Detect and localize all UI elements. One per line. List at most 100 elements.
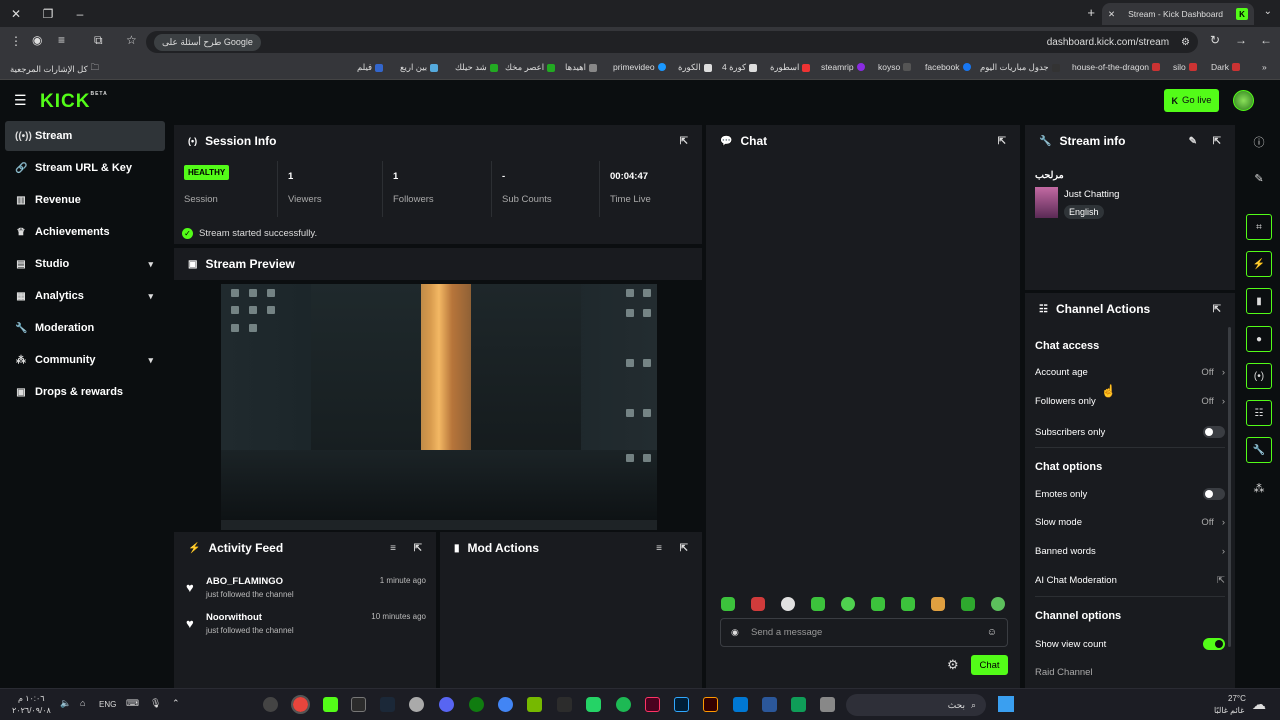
kick-logo[interactable]: KICKBETA: [40, 91, 108, 113]
close-window-icon[interactable]: ✕: [0, 0, 32, 27]
profile-icon[interactable]: ◉: [32, 33, 42, 47]
tab-close-icon[interactable]: ✕: [1108, 9, 1115, 20]
app-chrome-icon[interactable]: [291, 695, 310, 714]
app-word-icon[interactable]: [762, 697, 777, 712]
slow-mode-row[interactable]: Slow mode Off ›: [1035, 517, 1225, 528]
windows-start-icon[interactable]: [998, 696, 1014, 712]
app-outlook-icon[interactable]: [733, 697, 748, 712]
rail-broadcast-button[interactable]: (•): [1246, 363, 1272, 389]
app-indesign-icon[interactable]: [645, 697, 660, 712]
bookmark-star-icon[interactable]: ☆: [126, 33, 137, 47]
bookmark-item[interactable]: steamrip: [821, 62, 865, 72]
bookmark-item[interactable]: اسطورة: [770, 62, 811, 73]
sidebar-item-community[interactable]: ⁂ Community ▾: [5, 345, 165, 375]
taskbar-search-box[interactable]: بحث ⌕: [846, 694, 986, 716]
app-discord-icon[interactable]: [439, 697, 454, 712]
chat-send-button[interactable]: Chat: [971, 655, 1008, 675]
stream-preview-video[interactable]: [221, 284, 657, 530]
community-icon[interactable]: ⁂: [1248, 477, 1270, 499]
omnibox[interactable]: طرح أسئلة على Google dashboard.kick.com/…: [146, 31, 1198, 53]
emote-icon[interactable]: [811, 597, 825, 611]
emote-icon[interactable]: [751, 597, 765, 611]
popout-icon[interactable]: ⇱: [680, 543, 688, 554]
bookmark-item[interactable]: جدول مباريات اليوم: [980, 62, 1060, 73]
subscribers-only-toggle[interactable]: [1203, 426, 1225, 438]
taskbar-language[interactable]: ENG: [99, 700, 116, 709]
app-whatsapp-icon[interactable]: [586, 697, 601, 712]
app-obs-icon[interactable]: [263, 697, 278, 712]
filter-icon[interactable]: ≡: [390, 543, 396, 554]
go-live-button[interactable]: K Go live: [1164, 89, 1219, 112]
bookmark-item[interactable]: house-of-the-dragon: [1072, 62, 1161, 72]
bookmark-item[interactable]: Dark: [1211, 62, 1240, 72]
rail-document-button[interactable]: ▮: [1246, 288, 1272, 314]
bookmark-item[interactable]: primevideo: [613, 62, 666, 72]
raid-channel-row[interactable]: Raid Channel: [1035, 667, 1225, 678]
bookmark-item[interactable]: بين اريع: [400, 62, 439, 73]
rail-wrench-button[interactable]: 🔧: [1246, 437, 1272, 463]
extensions-icon[interactable]: ⧉: [94, 33, 103, 48]
emote-icon[interactable]: [991, 597, 1005, 611]
sidebar-item-stream[interactable]: ((•)) Stream: [5, 121, 165, 151]
followers-only-row[interactable]: Followers only Off ›: [1035, 396, 1225, 407]
app-browser-icon[interactable]: [498, 697, 513, 712]
edit-pencil-icon[interactable]: ✎: [1189, 136, 1197, 147]
sidebar-item-drops-rewards[interactable]: ▣ Drops & rewards: [5, 377, 165, 407]
bookmarks-overflow-icon[interactable]: »: [1262, 62, 1267, 72]
sidebar-item-revenue[interactable]: ▥ Revenue: [5, 185, 165, 215]
show-view-count-toggle[interactable]: [1203, 638, 1225, 650]
all-bookmarks-folder[interactable]: كل الإشارات المرجعية 🗀: [10, 62, 99, 76]
new-tab-button[interactable]: +: [1087, 5, 1095, 20]
app-media-icon[interactable]: [557, 697, 572, 712]
app-xbox-icon[interactable]: [469, 697, 484, 712]
sidebar-item-analytics[interactable]: ▦ Analytics ▾: [5, 281, 165, 311]
reading-list-icon[interactable]: ≡: [58, 33, 65, 47]
emote-icon[interactable]: [721, 597, 735, 611]
sidebar-item-studio[interactable]: ▤ Studio ▾: [5, 249, 165, 279]
emote-icon[interactable]: [961, 597, 975, 611]
rail-lightning-button[interactable]: ⚡: [1246, 251, 1272, 277]
emote-icon[interactable]: [871, 597, 885, 611]
bookmark-item[interactable]: شد حيلك: [455, 62, 498, 73]
bookmark-item[interactable]: koyso: [878, 62, 912, 72]
app-sheets-icon[interactable]: [791, 697, 806, 712]
bookmark-item[interactable]: فيلم: [357, 62, 384, 73]
popout-icon[interactable]: ⇱: [680, 136, 688, 147]
app-file-icon[interactable]: [820, 697, 835, 712]
user-avatar[interactable]: [1233, 90, 1254, 111]
sidebar-item-achievements[interactable]: ♛ Achievements: [5, 217, 165, 247]
chat-settings-icon[interactable]: ⚙: [947, 657, 959, 673]
back-icon[interactable]: ←: [1260, 33, 1272, 47]
hamburger-menu-icon[interactable]: ☰: [14, 92, 27, 109]
sidebar-item-moderation[interactable]: 🔧 Moderation: [5, 313, 165, 343]
reload-icon[interactable]: ↻: [1210, 33, 1220, 47]
emote-icon[interactable]: [901, 597, 915, 611]
emote-icon[interactable]: [841, 597, 855, 611]
minimize-window-icon[interactable]: –: [64, 0, 96, 27]
popout-icon[interactable]: ⇱: [1213, 136, 1221, 147]
account-age-row[interactable]: Account age Off ›: [1035, 367, 1225, 378]
app-terminal-icon[interactable]: [351, 697, 366, 712]
app-steam-icon[interactable]: [380, 697, 395, 712]
sidebar-item-stream-url-key[interactable]: 🔗 Stream URL & Key: [5, 153, 165, 183]
bookmark-item[interactable]: اعصر مخك: [505, 62, 556, 73]
app-photoshop-icon[interactable]: [674, 697, 689, 712]
app-illustrator-icon[interactable]: [703, 697, 718, 712]
tab-list-chevron-icon[interactable]: ⌄: [1264, 6, 1272, 17]
channel-actions-scrollbar[interactable]: [1228, 327, 1231, 647]
popout-icon[interactable]: ⇱: [998, 136, 1006, 147]
filter-icon[interactable]: ≡: [656, 543, 662, 554]
rail-channel-actions-button[interactable]: ☷: [1246, 400, 1272, 426]
url-text[interactable]: dashboard.kick.com/stream: [1047, 37, 1169, 48]
emote-icon[interactable]: [931, 597, 945, 611]
info-icon[interactable]: ⓘ: [1248, 131, 1270, 153]
app-settings-icon[interactable]: [409, 697, 424, 712]
network-icon[interactable]: ⌂: [80, 698, 85, 708]
bookmark-item[interactable]: silo: [1173, 62, 1197, 72]
microphone-icon[interactable]: 🎙: [150, 698, 161, 709]
browser-tab[interactable]: ✕ Stream - Kick Dashboard K: [1102, 3, 1254, 25]
bookmark-item[interactable]: كورة 4: [722, 62, 758, 73]
ai-chat-moderation-row[interactable]: AI Chat Moderation ⇱: [1035, 575, 1225, 586]
app-spotify-icon[interactable]: [616, 697, 631, 712]
emotes-only-toggle[interactable]: [1203, 488, 1225, 500]
